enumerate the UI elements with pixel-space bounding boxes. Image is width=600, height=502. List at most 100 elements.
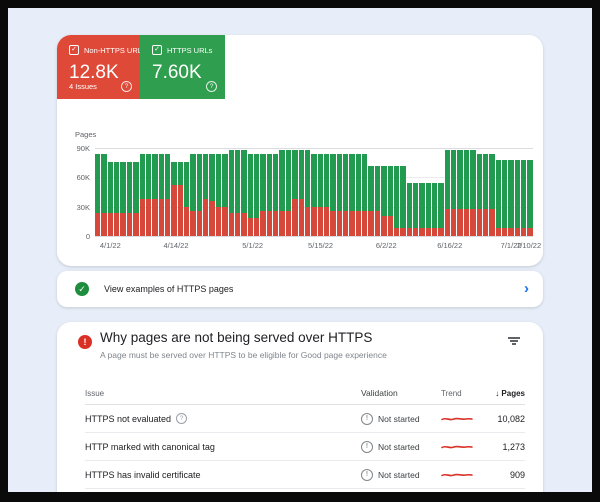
https-bar-segment	[374, 165, 381, 211]
issue-row[interactable]: HTTPS has invalid certificate! Not starte…	[85, 461, 525, 489]
stacked-bar[interactable]	[203, 153, 209, 236]
stacked-bar[interactable]	[222, 153, 228, 236]
stacked-bar[interactable]	[253, 153, 260, 236]
stacked-bar[interactable]	[158, 153, 164, 236]
stacked-bar[interactable]	[508, 159, 514, 236]
issue-label: HTTPS not evaluated	[85, 413, 172, 424]
help-icon[interactable]: ?	[206, 81, 217, 92]
https-bar-segment	[438, 183, 444, 229]
stacked-bar[interactable]	[139, 153, 145, 236]
stacked-bar[interactable]	[336, 153, 343, 236]
stacked-bar[interactable]	[279, 149, 285, 236]
non-https-bar-segment	[126, 212, 133, 236]
stacked-bar[interactable]	[489, 153, 495, 236]
stacked-bar[interactable]	[107, 161, 114, 236]
stacked-bar[interactable]	[101, 153, 107, 236]
stacked-bar[interactable]	[152, 153, 158, 236]
stacked-bar[interactable]	[381, 165, 387, 236]
stacked-bar[interactable]	[527, 159, 533, 236]
stacked-bar[interactable]	[400, 165, 406, 236]
stacked-bar[interactable]	[330, 153, 336, 236]
stacked-bar[interactable]	[476, 153, 482, 236]
stacked-bar[interactable]	[444, 149, 451, 236]
stacked-bar[interactable]	[145, 153, 152, 236]
stacked-bar[interactable]	[412, 183, 419, 236]
stacked-bar[interactable]	[482, 153, 489, 236]
x-axis-tick-label: 5/15/22	[308, 241, 334, 250]
chevron-right-icon[interactable]: ›	[524, 281, 529, 296]
non-https-issues-count: 4 Issues	[69, 82, 97, 91]
stacked-bar[interactable]	[514, 159, 521, 236]
stacked-bar[interactable]	[374, 165, 381, 236]
stacked-bar[interactable]	[502, 159, 508, 236]
stacked-bar[interactable]	[266, 153, 273, 236]
https-metric-card[interactable]: ✓ HTTPS URLs 7.60K ?	[140, 35, 225, 99]
pages-column-header-sorted[interactable]: ↓ Pages	[489, 389, 525, 398]
not-started-icon: !	[361, 468, 373, 481]
stacked-bar[interactable]	[419, 183, 425, 236]
stacked-bar[interactable]	[260, 153, 266, 236]
validation-column-header[interactable]: Validation	[361, 388, 441, 398]
stacked-bar[interactable]	[209, 153, 215, 236]
stacked-bar[interactable]	[317, 153, 323, 236]
https-bar-segment	[215, 153, 222, 207]
stacked-bar[interactable]	[184, 161, 190, 236]
https-bar-segment	[323, 153, 330, 207]
help-icon[interactable]: ?	[121, 81, 132, 92]
stacked-bar[interactable]	[190, 153, 196, 236]
stacked-bar[interactable]	[432, 183, 438, 236]
stacked-bar[interactable]	[273, 153, 279, 236]
stacked-bar[interactable]	[241, 149, 247, 236]
checked-checkbox-icon[interactable]: ✓	[152, 45, 162, 55]
trend-column-header[interactable]: Trend	[441, 389, 489, 398]
stacked-bar[interactable]	[495, 159, 501, 236]
stacked-bar[interactable]	[362, 153, 368, 236]
stacked-bar[interactable]	[323, 153, 330, 236]
non-https-bar-segment	[343, 210, 349, 236]
view-examples-row[interactable]: ✓ View examples of HTTPS pages ›	[57, 271, 543, 307]
stacked-bar[interactable]	[406, 183, 412, 236]
stacked-bar[interactable]	[298, 149, 304, 236]
stacked-bar[interactable]	[304, 149, 311, 236]
stacked-bar[interactable]	[451, 149, 457, 236]
stacked-bar[interactable]	[387, 165, 393, 236]
https-bar-segment	[419, 183, 425, 229]
https-bar-segment	[463, 149, 470, 209]
stacked-bar[interactable]	[368, 165, 374, 236]
stacked-bar[interactable]	[196, 153, 203, 236]
stacked-bar[interactable]	[171, 161, 177, 236]
stacked-bar[interactable]	[470, 149, 476, 236]
https-bar-segment	[451, 149, 457, 209]
stacked-bar[interactable]	[355, 153, 362, 236]
stacked-bar[interactable]	[425, 183, 432, 236]
issue-row[interactable]: HTTP marked with canonical tag! Not start…	[85, 433, 525, 461]
issue-row[interactable]: HTTPS not evaluated?! Not started 10,082	[85, 405, 525, 433]
stacked-bar[interactable]	[247, 153, 253, 236]
stacked-bar[interactable]	[120, 161, 126, 236]
stacked-bar[interactable]	[393, 165, 400, 236]
stacked-bar[interactable]	[215, 153, 222, 236]
issue-column-header[interactable]: Issue	[85, 389, 361, 398]
stacked-bar[interactable]	[95, 153, 101, 236]
stacked-bar[interactable]	[311, 153, 317, 236]
stacked-bar[interactable]	[463, 149, 470, 236]
https-bar-segment	[152, 153, 158, 199]
stacked-bar[interactable]	[457, 149, 463, 236]
non-https-metric-card[interactable]: ✓ Non-HTTPS URLs 12.8K 4 Issues ?	[57, 35, 146, 99]
help-icon[interactable]: ?	[176, 413, 188, 424]
stacked-bar[interactable]	[177, 161, 184, 236]
stacked-bar[interactable]	[234, 149, 241, 236]
stacked-bar[interactable]	[292, 149, 298, 236]
stacked-bar[interactable]	[126, 161, 133, 236]
stacked-bar[interactable]	[438, 183, 444, 236]
stacked-bar[interactable]	[521, 159, 527, 236]
stacked-bar[interactable]	[228, 149, 234, 236]
stacked-bar[interactable]	[114, 161, 120, 236]
checked-checkbox-icon[interactable]: ✓	[69, 45, 79, 55]
stacked-bar[interactable]	[343, 153, 349, 236]
stacked-bar[interactable]	[164, 153, 171, 236]
filter-icon[interactable]	[508, 337, 520, 346]
stacked-bar[interactable]	[285, 149, 292, 236]
stacked-bar[interactable]	[349, 153, 355, 236]
stacked-bar[interactable]	[133, 161, 139, 236]
